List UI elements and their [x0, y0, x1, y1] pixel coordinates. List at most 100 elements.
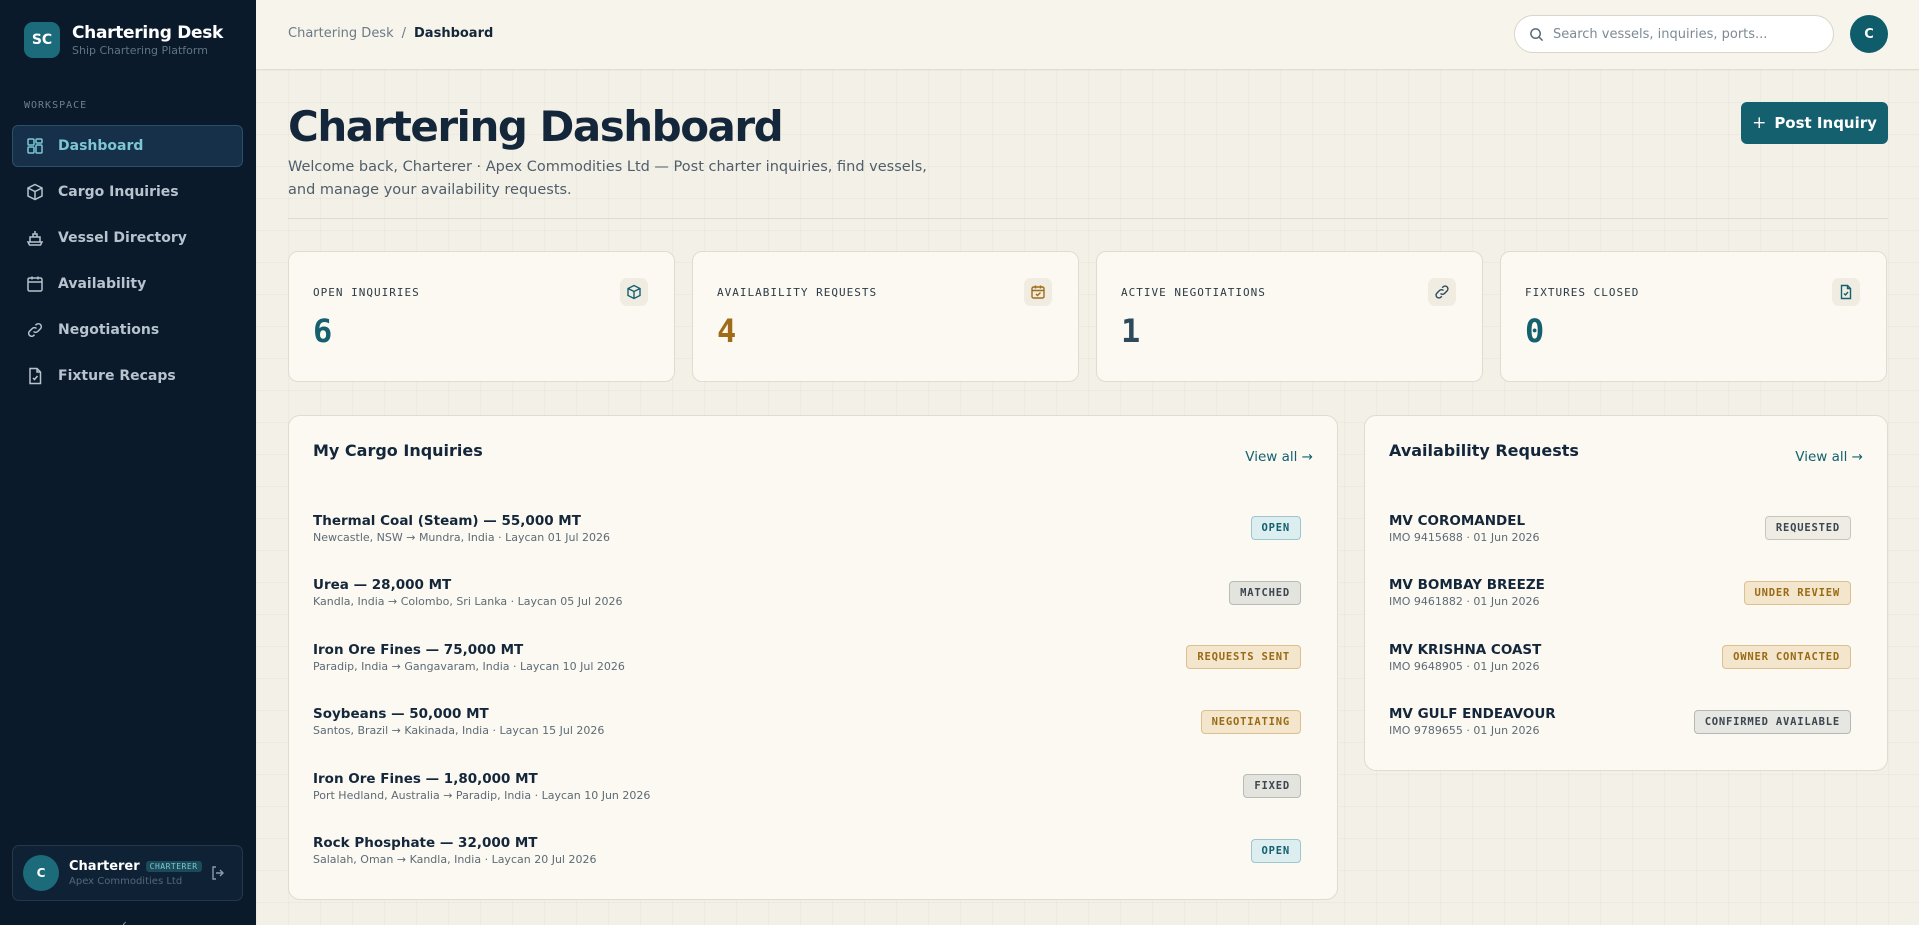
list-item[interactable]: Iron Ore Fines — 1,80,000 MT Port Hedland… — [301, 754, 1325, 819]
stat-label: AVAILABILITY REQUESTS — [717, 286, 878, 299]
list-item[interactable]: MV BOMBAY BREEZE IMO 9461882 · 01 Jun 202… — [1377, 561, 1875, 626]
view-all-availability-link[interactable]: View all → — [1795, 449, 1863, 465]
user-avatar[interactable]: C — [1850, 15, 1888, 53]
topbar: Chartering Desk / Dashboard C — [256, 0, 1919, 70]
vessel-imo: IMO 9461882 · 01 Jun 2026 — [1389, 595, 1540, 609]
breadcrumb-current: Dashboard — [414, 26, 494, 41]
sidebar-item-availability[interactable]: Availability — [12, 263, 243, 305]
sidebar-item-label: Availability — [58, 276, 147, 292]
stat-label: OPEN INQUIRIES — [313, 286, 420, 299]
breadcrumb: Chartering Desk / Dashboard — [288, 26, 493, 41]
inquiry-route: Port Hedland, Australia → Paradip, India… — [313, 788, 651, 802]
brand[interactable]: SC Chartering Desk Ship Chartering Platf… — [24, 22, 223, 58]
cargo-inquiries-panel: My Cargo Inquiries View all → Thermal Co… — [288, 415, 1338, 900]
post-inquiry-label: Post Inquiry — [1774, 114, 1877, 132]
sidebar-item-label: Negotiations — [58, 322, 160, 338]
status-badge: REQUESTS SENT — [1186, 645, 1301, 670]
link-icon — [27, 322, 43, 338]
vessel-name: MV KRISHNA COAST — [1389, 641, 1542, 658]
sidebar-item-vessel-directory[interactable]: Vessel Directory — [12, 217, 243, 259]
view-all-inquiries-link[interactable]: View all → — [1245, 449, 1313, 465]
vessel-imo: IMO 9648905 · 01 Jun 2026 — [1389, 659, 1540, 673]
calendar-icon — [27, 276, 43, 292]
list-item[interactable]: MV GULF ENDEAVOUR IMO 9789655 · 01 Jun 20… — [1377, 690, 1875, 755]
list-item[interactable]: Rock Phosphate — 32,000 MT Salalah, Oman … — [301, 819, 1325, 884]
vessel-imo: IMO 9415688 · 01 Jun 2026 — [1389, 530, 1540, 544]
main-content: Chartering Dashboard Welcome back, Chart… — [256, 70, 1919, 925]
calendar-check-icon — [1024, 278, 1052, 306]
collapse-chevron-icon[interactable]: ‹ — [122, 917, 127, 925]
post-inquiry-button[interactable]: + Post Inquiry — [1741, 102, 1888, 144]
stat-card-open-inquiries[interactable]: OPEN INQUIRIES 6 — [288, 251, 675, 382]
inquiry-title: Iron Ore Fines — 1,80,000 MT — [313, 770, 538, 787]
stat-card-availability-requests[interactable]: AVAILABILITY REQUESTS 4 — [692, 251, 1079, 382]
list-item[interactable]: MV KRISHNA COAST IMO 9648905 · 01 Jun 202… — [1377, 625, 1875, 690]
vessel-name: MV BOMBAY BREEZE — [1389, 577, 1545, 594]
list-item[interactable]: Soybeans — 50,000 MT Santos, Brazil → Kak… — [301, 690, 1325, 755]
list-item[interactable]: MV COROMANDEL IMO 9415688 · 01 Jun 2026 R… — [1377, 496, 1875, 561]
plus-icon: + — [1752, 113, 1767, 133]
stat-label: ACTIVE NEGOTIATIONS — [1121, 286, 1266, 299]
status-badge: REQUESTED — [1764, 516, 1851, 541]
list-item[interactable]: Iron Ore Fines — 75,000 MT Paradip, India… — [301, 625, 1325, 690]
brand-logo: SC — [24, 22, 60, 58]
workspace-label: WORKSPACE — [24, 100, 88, 111]
vessel-name: MV COROMANDEL — [1389, 512, 1526, 529]
stat-value: 4 — [717, 312, 737, 350]
inquiry-list: Thermal Coal (Steam) — 55,000 MT Newcastl… — [301, 496, 1325, 883]
sidebar-item-fixture-recaps[interactable]: Fixture Recaps — [12, 355, 243, 397]
box-icon — [27, 183, 43, 201]
user-name: Charterer — [69, 859, 140, 874]
sidebar-item-negotiations[interactable]: Negotiations — [12, 309, 243, 351]
document-check-icon — [1832, 278, 1860, 306]
status-badge: OWNER CONTACTED — [1722, 645, 1851, 670]
availability-requests-panel: Availability Requests View all → MV CORO… — [1364, 415, 1888, 771]
stat-value: 1 — [1121, 312, 1141, 350]
status-badge: OPEN — [1250, 516, 1301, 541]
search-icon — [1530, 27, 1544, 41]
status-badge: FIXED — [1243, 774, 1301, 799]
stat-label: FIXTURES CLOSED — [1525, 286, 1640, 299]
page-subtitle: Welcome back, Charterer · Apex Commoditi… — [288, 159, 927, 198]
brand-subtitle: Ship Chartering Platform — [72, 44, 208, 57]
inquiry-route: Paradip, India → Gangavaram, India · Lay… — [313, 659, 625, 673]
availability-list: MV COROMANDEL IMO 9415688 · 01 Jun 2026 R… — [1377, 496, 1875, 754]
status-badge: UNDER REVIEW — [1743, 580, 1851, 605]
inquiry-route: Santos, Brazil → Kakinada, India · Layca… — [313, 724, 605, 738]
sidebar-item-cargo-inquiries[interactable]: Cargo Inquiries — [12, 171, 243, 213]
vessel-imo: IMO 9789655 · 01 Jun 2026 — [1389, 724, 1540, 738]
divider — [288, 218, 1888, 219]
inquiry-route: Kandla, India → Colombo, Sri Lanka · Lay… — [313, 595, 623, 609]
avatar: C — [23, 855, 59, 891]
status-badge: OPEN — [1250, 838, 1301, 863]
logout-icon[interactable] — [210, 865, 226, 881]
sidebar-item-label: Cargo Inquiries — [58, 184, 179, 200]
stat-value: 0 — [1525, 312, 1545, 350]
search-box[interactable] — [1514, 15, 1834, 53]
sidebar-nav: Dashboard Cargo Inquiries Vessel Directo… — [12, 125, 243, 401]
list-item[interactable]: Thermal Coal (Steam) — 55,000 MT Newcastl… — [301, 496, 1325, 561]
brand-title: Chartering Desk — [72, 23, 224, 43]
panel-title: Availability Requests — [1389, 441, 1579, 460]
inquiry-route: Salalah, Oman → Kandla, India · Laycan 2… — [313, 853, 597, 867]
role-badge: CHARTERER — [145, 861, 202, 872]
stat-card-active-negotiations[interactable]: ACTIVE NEGOTIATIONS 1 — [1096, 251, 1483, 382]
page-title: Chartering Dashboard — [288, 102, 784, 151]
status-badge: CONFIRMED AVAILABLE — [1693, 709, 1851, 734]
sidebar-item-label: Fixture Recaps — [58, 368, 176, 384]
document-icon — [29, 367, 42, 385]
status-badge: MATCHED — [1229, 580, 1301, 605]
breadcrumb-root[interactable]: Chartering Desk — [288, 26, 394, 41]
list-item[interactable]: Urea — 28,000 MT Kandla, India → Colombo,… — [301, 561, 1325, 626]
stat-card-fixtures-closed[interactable]: FIXTURES CLOSED 0 — [1500, 251, 1887, 382]
sidebar-item-dashboard[interactable]: Dashboard — [12, 125, 243, 167]
box-icon — [620, 278, 648, 306]
panel-title: My Cargo Inquiries — [313, 441, 483, 460]
user-org: Apex Commodities Ltd — [69, 876, 183, 887]
status-badge: NEGOTIATING — [1200, 709, 1301, 734]
search-input[interactable] — [1553, 26, 1813, 42]
link-icon — [1428, 278, 1456, 306]
inquiry-title: Thermal Coal (Steam) — 55,000 MT — [313, 512, 581, 529]
inquiry-title: Soybeans — 50,000 MT — [313, 706, 489, 723]
stats-row: OPEN INQUIRIES 6 AVAILABILITY REQUESTS 4… — [288, 251, 1888, 382]
